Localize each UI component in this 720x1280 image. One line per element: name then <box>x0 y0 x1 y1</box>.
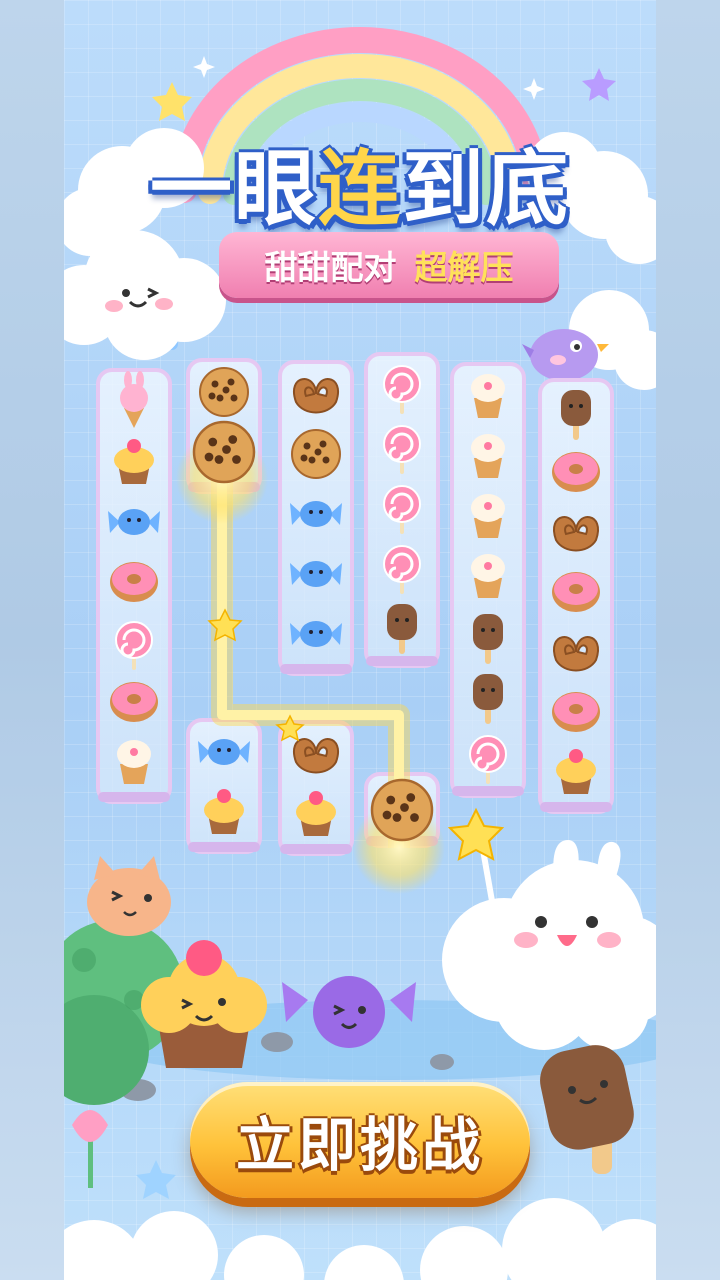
cookie-icon[interactable] <box>192 420 256 484</box>
game-title: 一眼连到底 <box>64 122 656 241</box>
donut-icon[interactable] <box>110 562 158 602</box>
bottom-scenery <box>64 807 656 1280</box>
title-part2: 到底 <box>402 142 571 237</box>
game-board <box>96 352 614 856</box>
cookie-icon[interactable] <box>291 429 341 479</box>
promo-stage: 一眼连到底 甜甜配对 超解压 立即挑战 <box>64 0 656 1280</box>
donut-icon[interactable] <box>552 572 600 612</box>
right-blur-strip <box>656 0 720 1280</box>
board-column <box>278 360 354 856</box>
game-screen: 一眼连到底 甜甜配对 超解压 立即挑战 <box>0 0 720 1280</box>
left-blur-strip <box>0 0 64 1280</box>
board-column <box>450 362 526 798</box>
title-highlight: 连 <box>317 142 402 237</box>
cookie-icon[interactable] <box>199 367 249 417</box>
subtitle-part1: 甜甜配对 <box>264 248 397 287</box>
start-challenge-button[interactable]: 立即挑战 <box>190 1082 530 1198</box>
donut-icon[interactable] <box>552 692 600 732</box>
donut-icon[interactable] <box>552 452 600 492</box>
subtitle-ribbon: 甜甜配对 超解压 <box>219 232 559 298</box>
cookie-icon[interactable] <box>370 778 434 842</box>
donut-icon[interactable] <box>110 682 158 722</box>
board-column <box>96 368 172 804</box>
title-part1: 一眼 <box>149 142 318 237</box>
start-challenge-label: 立即挑战 <box>235 1111 484 1179</box>
subtitle-part2: 超解压 <box>414 248 514 287</box>
board-column <box>538 378 614 814</box>
